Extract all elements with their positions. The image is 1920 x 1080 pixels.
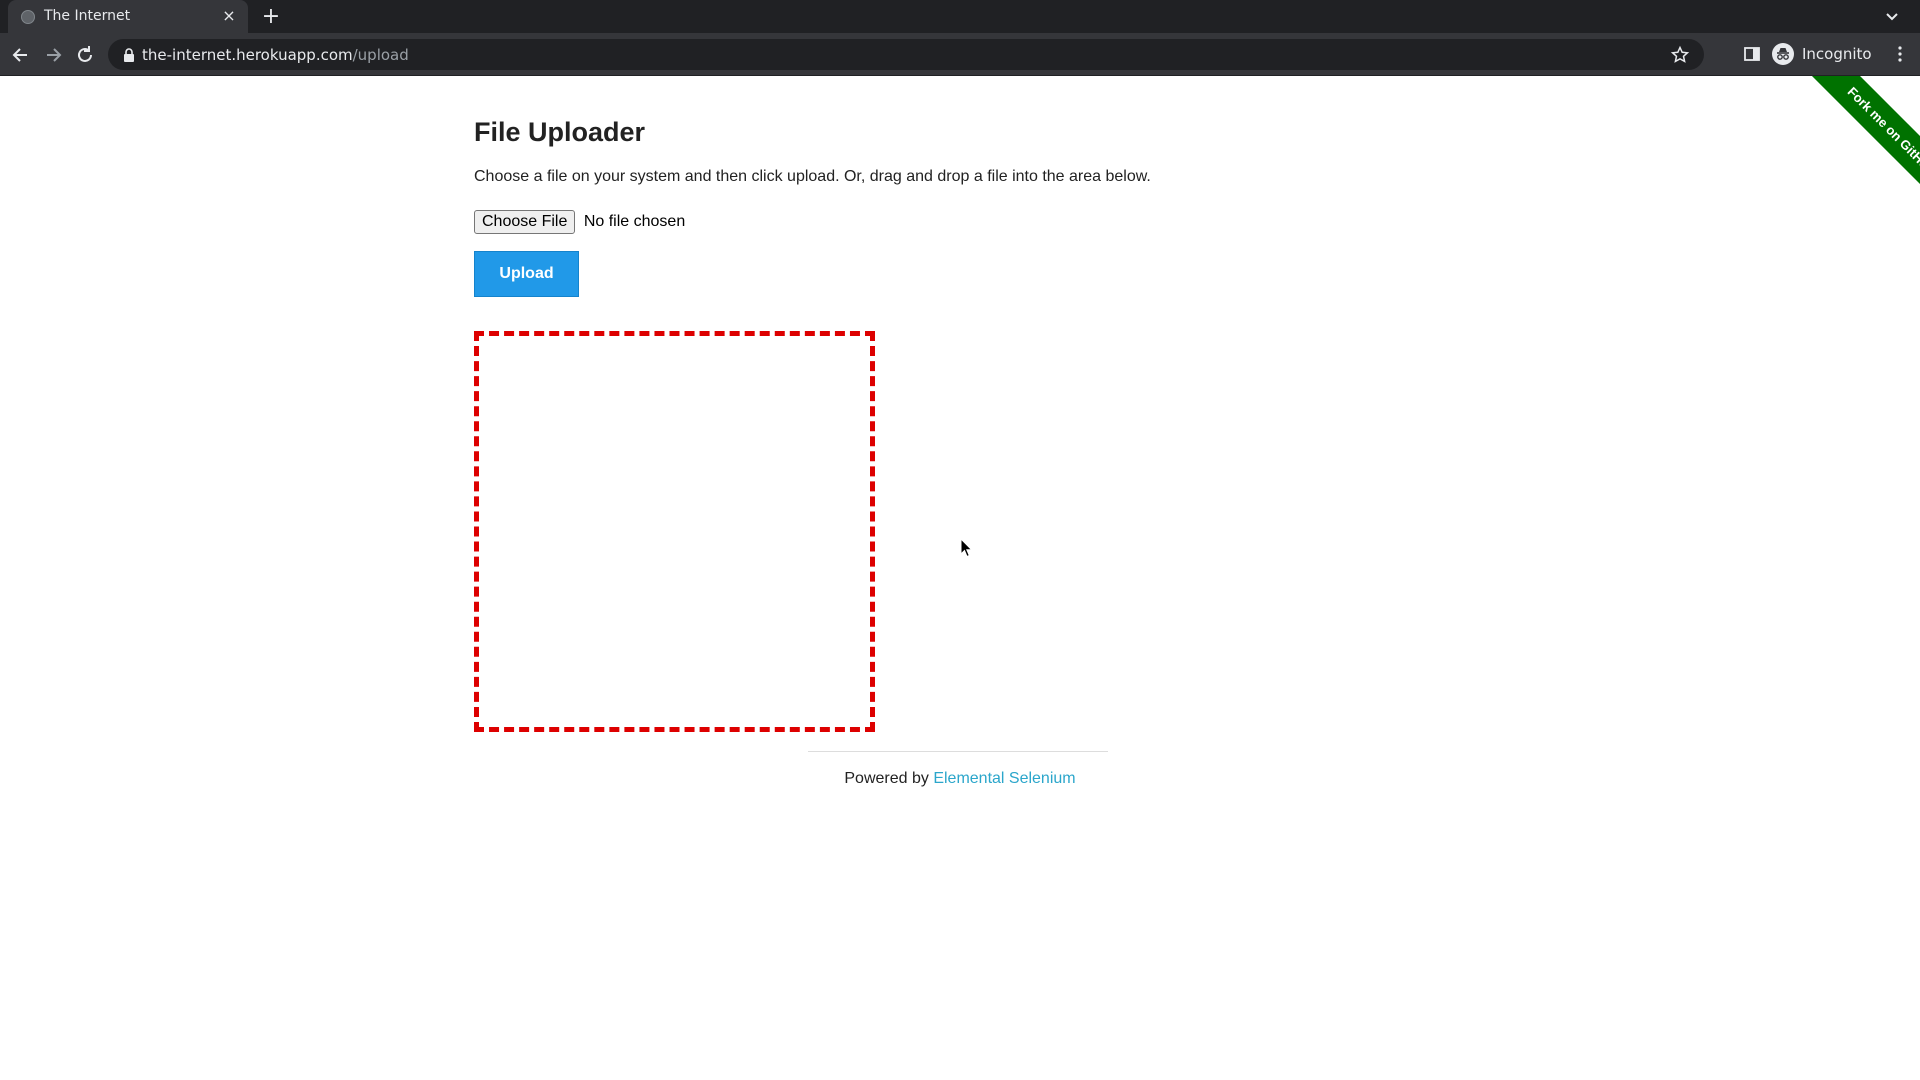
instructions-text: Choose a file on your system and then cl…: [474, 168, 1151, 185]
tab-strip: The Internet × +: [0, 0, 1920, 33]
url-text: the-internet.herokuapp.com/upload: [142, 46, 409, 64]
lock-icon[interactable]: [122, 47, 136, 63]
page-viewport: File Uploader Choose a file on your syst…: [0, 76, 1920, 1080]
forward-button[interactable]: [40, 42, 66, 68]
reload-button[interactable]: [72, 42, 98, 68]
page-title: File Uploader: [474, 117, 646, 147]
arrow-left-icon: [12, 48, 27, 62]
globe-icon: [21, 10, 35, 24]
footer-divider: [808, 751, 1108, 752]
new-tab-button[interactable]: +: [258, 4, 284, 30]
incognito-icon: [1772, 43, 1794, 65]
browser-tab[interactable]: The Internet ×: [8, 0, 248, 33]
back-button[interactable]: [8, 42, 34, 68]
file-upload-input[interactable]: Choose File No file chosen: [474, 210, 685, 234]
choose-file-button[interactable]: Choose File: [474, 210, 576, 234]
file-status-text: No file chosen: [583, 213, 686, 230]
mouse-cursor-icon: [960, 538, 973, 558]
github-ribbon-container: Fork me on GitHub: [1771, 76, 1920, 225]
address-bar[interactable]: the-internet.herokuapp.com/upload: [108, 39, 1704, 70]
reload-icon: [78, 46, 92, 62]
tab-title: The Internet: [44, 8, 131, 24]
close-icon[interactable]: ×: [220, 7, 238, 25]
incognito-label: Incognito: [1802, 45, 1872, 63]
star-icon[interactable]: [1670, 45, 1690, 65]
elemental-selenium-link[interactable]: Elemental Selenium: [933, 770, 1075, 787]
page-footer: Powered by Elemental Selenium: [0, 770, 1920, 788]
url-path: /upload: [352, 46, 409, 64]
browser-toolbar: the-internet.herokuapp.com/upload Incogn…: [0, 33, 1920, 76]
fork-me-on-github-ribbon[interactable]: Fork me on GitHub: [1802, 76, 1920, 220]
footer-prefix: Powered by: [844, 770, 934, 787]
kebab-menu-icon[interactable]: [1890, 44, 1910, 64]
upload-button[interactable]: Upload: [474, 251, 579, 297]
drag-drop-upload-area[interactable]: [474, 331, 875, 732]
url-host: the-internet.herokuapp.com: [142, 46, 353, 64]
side-panel-icon[interactable]: [1742, 44, 1762, 64]
chevron-down-icon[interactable]: [1882, 6, 1902, 26]
arrow-right-icon: [47, 48, 62, 62]
